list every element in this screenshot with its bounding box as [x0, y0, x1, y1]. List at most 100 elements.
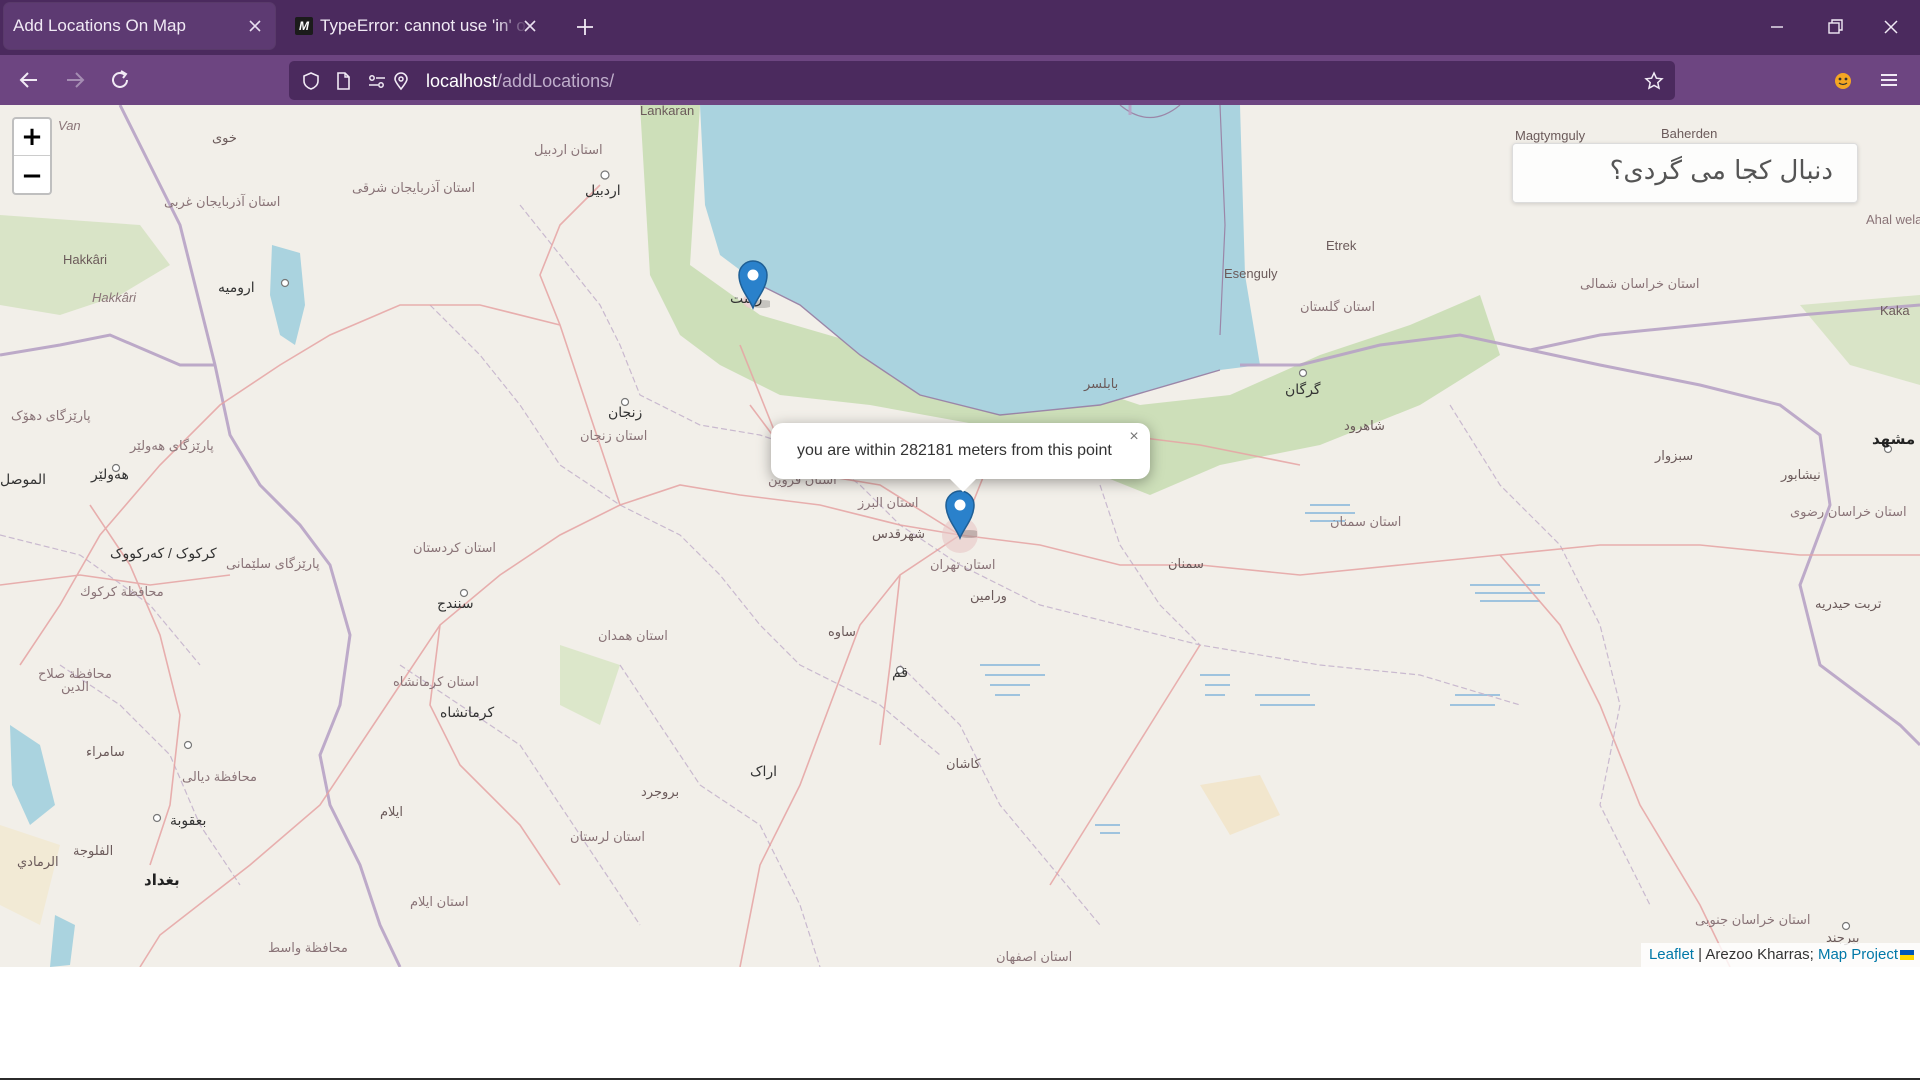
restore-icon[interactable] — [1824, 16, 1846, 38]
map-label: اراک — [750, 763, 778, 779]
map-label: سامراء — [86, 744, 125, 759]
map-label: محافظة ديالى — [182, 769, 257, 784]
back-icon[interactable] — [16, 67, 42, 93]
tab-title: Add Locations On Map — [13, 16, 186, 35]
map-label: استان ایلام — [410, 894, 469, 909]
map-label: پارێزگای هەولێر — [130, 438, 214, 453]
close-window-icon[interactable] — [1880, 16, 1902, 38]
map-container[interactable]: Lankaran Magtymguly Baherden Ahal welaý … — [0, 105, 1920, 967]
map-label: Hakkâri — [63, 252, 108, 267]
map-label: محافظة صلاح الدين — [38, 666, 112, 694]
bookmark-star-icon[interactable] — [1644, 71, 1664, 91]
map-label: استان خراسان رضوی — [1790, 504, 1907, 519]
tab-title: TypeError: cannot use 'in' operator to s… — [320, 16, 528, 35]
location-search-input[interactable]: دنبال کجا می گردی؟ — [1512, 143, 1858, 203]
leaflet-link[interactable]: Leaflet — [1649, 946, 1694, 963]
zoom-in-button[interactable]: + — [14, 119, 50, 156]
tab-add-locations[interactable]: Add Locations On Map — [4, 3, 275, 49]
attribution-author: Arezoo Kharras; — [1705, 946, 1818, 963]
map-label: Etrek — [1326, 238, 1357, 253]
mdn-favicon-icon: M — [295, 17, 313, 35]
map-label: گرگان — [1285, 381, 1321, 397]
attribution-separator: | — [1693, 946, 1706, 963]
menu-icon[interactable] — [1876, 67, 1902, 93]
popup-tip — [949, 478, 977, 492]
map-label: تربت حیدریه — [1815, 596, 1882, 611]
extension-icon[interactable] — [1830, 67, 1856, 93]
map-label: Esenguly — [1224, 266, 1278, 281]
map-label: استان خراسان شمالی — [1580, 276, 1700, 291]
popup-message: you are within 282181 meters from this p… — [797, 442, 1112, 459]
map-label: محافظة كركوك — [80, 584, 164, 599]
map-label: قم — [892, 664, 909, 680]
forward-icon[interactable] — [62, 67, 88, 93]
map-label: استان گلستان — [1300, 299, 1376, 314]
map-label: استان تهران — [930, 557, 996, 572]
map-label: شهرقدس — [872, 526, 925, 541]
tab-typeerror[interactable]: M TypeError: cannot use 'in' operator to… — [288, 3, 550, 49]
address-bar[interactable]: localhost/addLocations/ — [289, 61, 1675, 100]
map-label: الموصل — [0, 471, 46, 487]
map-label: پارێزگای سلێمانی — [226, 556, 320, 571]
map-label: استان کرمانشاه — [393, 674, 479, 689]
map-label: سبزوار — [1655, 448, 1694, 463]
map-label: بغداد — [144, 872, 180, 889]
map-label: ساوه — [828, 624, 856, 639]
map-label: شاهرود — [1344, 418, 1385, 433]
map-label: نیشابور — [1781, 467, 1821, 482]
zoom-control: + − — [12, 117, 52, 195]
map-label: ایلام — [380, 804, 404, 819]
close-icon[interactable] — [520, 16, 540, 36]
map-marker-icon[interactable] — [736, 258, 770, 310]
map-label: Lankaran — [640, 105, 695, 118]
map-label: کرکوک / کەرکووک — [110, 545, 217, 561]
map-label: کرمانشاه — [440, 704, 495, 720]
map-label: استان لرستان — [570, 829, 646, 844]
tab-strip: Add Locations On Map M TypeError: cannot… — [0, 0, 1920, 55]
url-text[interactable]: localhost/addLocations/ — [426, 71, 614, 92]
permissions-icon[interactable] — [367, 71, 387, 91]
map-label: استان البرز — [858, 495, 919, 510]
marker-popup: you are within 282181 meters from this p… — [771, 423, 1150, 492]
map-label: استان همدان — [598, 628, 668, 643]
map-label: اردبیل — [585, 182, 621, 198]
map-label: سنندج — [437, 595, 474, 611]
ukraine-flag-icon — [1900, 950, 1914, 960]
url-host: localhost — [426, 71, 498, 91]
map-label: مشهد — [1872, 431, 1916, 448]
map-label: الفلوجة — [73, 843, 114, 858]
map-label: استان سمنان — [1330, 514, 1402, 529]
map-marker-icon[interactable] — [943, 488, 977, 540]
map-project-link[interactable]: Map Project — [1818, 946, 1898, 963]
map-attribution: Leaflet | Arezoo Kharras; Map Project — [1640, 943, 1920, 967]
map-label: هەولێر — [91, 466, 129, 482]
map-label: کاشان — [946, 756, 981, 771]
popup-close-button[interactable]: × — [1126, 429, 1142, 445]
map-label: ورامین — [970, 588, 1007, 603]
minimize-icon[interactable] — [1766, 16, 1788, 38]
map-label: خوی — [212, 130, 237, 145]
map-label: استان آذربایجان غربی — [164, 194, 281, 209]
map-label: Hakkâri — [92, 290, 137, 305]
map-label: بروجرد — [641, 784, 680, 799]
reload-icon[interactable] — [107, 67, 133, 93]
map-label: بعقوبة — [170, 812, 207, 828]
map-label: Magtymguly — [1515, 128, 1586, 143]
map-label: سمنان — [1168, 556, 1204, 571]
zoom-out-button[interactable]: − — [14, 157, 50, 194]
map-label: استان خراسان جنوبی — [1695, 912, 1811, 927]
map-label: بابلسر — [1084, 376, 1119, 391]
map-label: Baherden — [1661, 126, 1718, 141]
map-label: Ahal welaý — [1866, 212, 1920, 227]
map-label: Kaka — [1880, 303, 1910, 318]
map-label: الرمادي — [17, 854, 59, 869]
map-label: استان اصفهان — [996, 949, 1073, 964]
location-permission-icon[interactable] — [391, 71, 411, 91]
page-icon[interactable] — [333, 71, 353, 91]
map-label: استان زنجان — [580, 428, 648, 443]
close-icon[interactable] — [245, 16, 265, 36]
new-tab-icon[interactable] — [574, 16, 596, 38]
shield-icon[interactable] — [301, 71, 321, 91]
url-path: /addLocations/ — [497, 71, 615, 91]
map-label: محافظة واسط — [268, 940, 348, 955]
